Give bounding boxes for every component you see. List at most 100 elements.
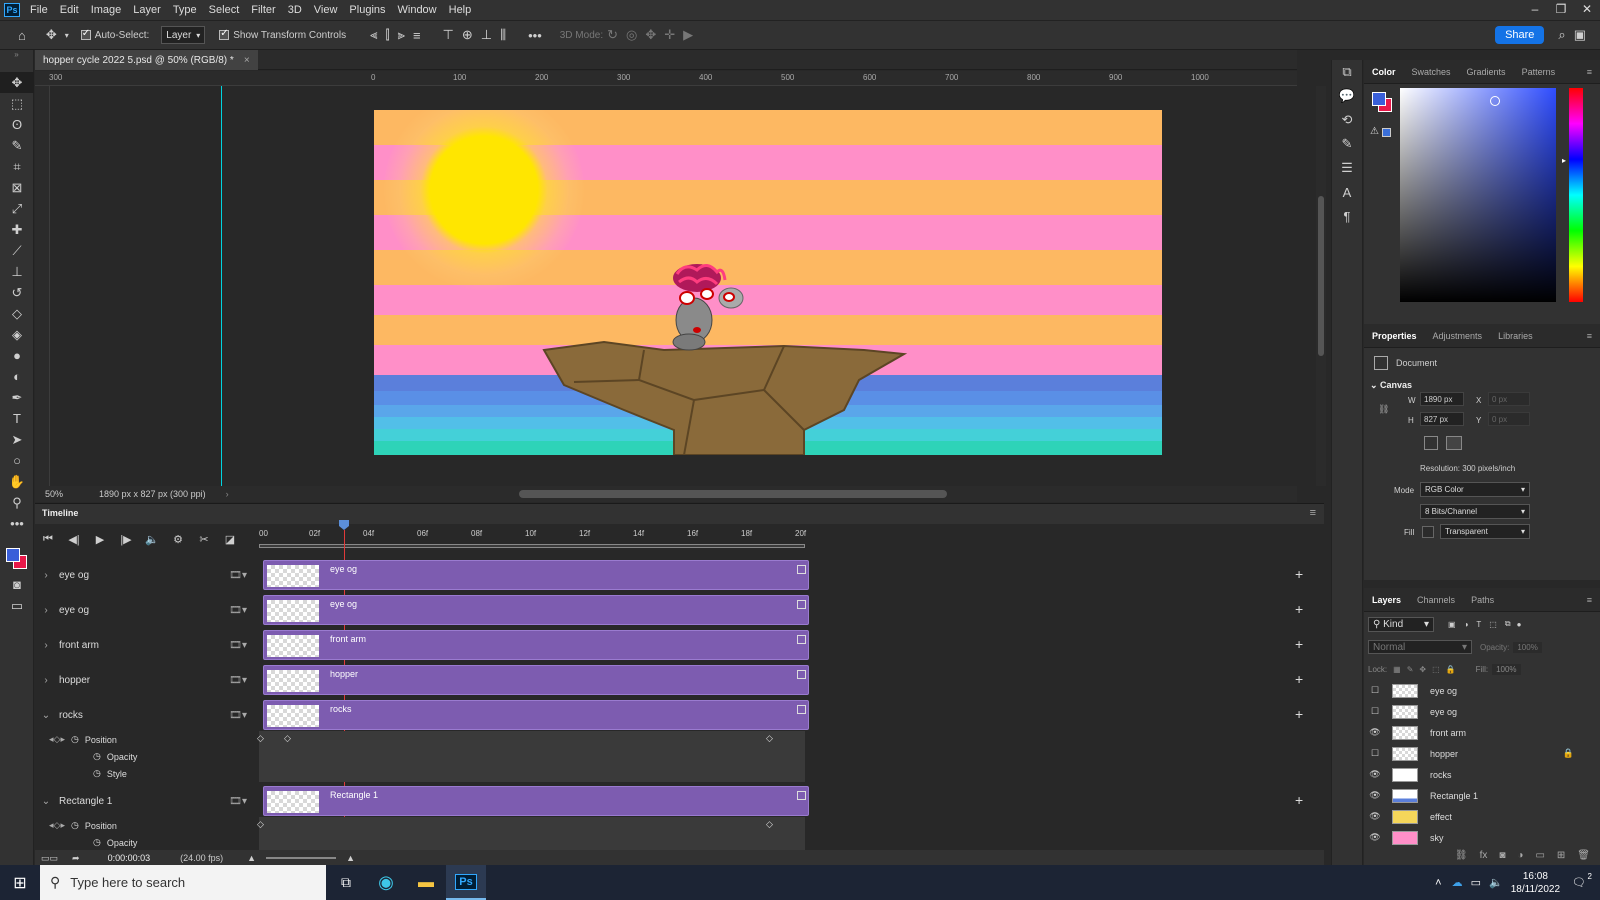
stamp-icon[interactable]: ⊥ — [0, 261, 34, 282]
auto-select-checkbox[interactable]: Auto-Select: — [80, 28, 149, 41]
track-row[interactable]: › eye og 🎞▾ — [35, 558, 255, 592]
tab-gradients[interactable]: Gradients — [1459, 67, 1514, 77]
share-button[interactable]: Share — [1495, 26, 1545, 44]
expand-icon[interactable]: › — [39, 605, 53, 616]
restore-icon[interactable]: ❐ — [1548, 0, 1574, 20]
keyframe-icon[interactable]: ◇ — [766, 819, 773, 830]
menu-edit[interactable]: Edit — [54, 4, 85, 16]
camera-3d-icon[interactable]: ▶ — [679, 27, 697, 43]
layer-clip[interactable]: rocks — [263, 700, 809, 730]
notifications-icon[interactable]: 🗨 2 — [1572, 872, 1592, 889]
horizontal-scroll-thumb[interactable] — [518, 490, 947, 498]
y-field[interactable]: 0 px — [1488, 412, 1530, 426]
blur-icon[interactable]: ● — [0, 345, 34, 366]
track-row[interactable]: › hopper 🎞▾ — [35, 663, 255, 697]
checkbox-icon[interactable] — [219, 28, 230, 40]
expand-icon[interactable]: › — [39, 570, 53, 581]
property-row[interactable]: ◂◇▸ ◷ Position — [35, 731, 255, 748]
layer-row[interactable]: 👁 effect — [1364, 806, 1600, 827]
align-top-icon[interactable]: ⊤ — [439, 27, 458, 43]
pen-icon[interactable]: ✒ — [0, 387, 34, 408]
eraser-icon[interactable]: ◇ — [0, 303, 34, 324]
roll-3d-icon[interactable]: ◎ — [622, 27, 641, 43]
hue-slider-handle[interactable]: ▸ — [1562, 156, 1566, 165]
eye-icon[interactable]: 👁 — [1368, 832, 1382, 843]
frame-icon[interactable]: ⊠ — [0, 177, 34, 198]
chevron-right-icon[interactable]: › — [226, 489, 229, 499]
path-select-icon[interactable]: ➤ — [0, 429, 34, 450]
property-row[interactable]: ◂◇▸ ◷ Position — [35, 817, 255, 834]
keyframe-lane[interactable]: ◇ ◇ ◇ — [257, 731, 805, 782]
eye-icon[interactable]: 👁 — [1368, 811, 1382, 822]
prev-frame-icon[interactable]: ◀| — [61, 533, 87, 546]
hue-slider[interactable] — [1569, 88, 1583, 302]
edge-browser-icon[interactable]: ◉ — [366, 872, 406, 893]
track-row[interactable]: ⌄ rocks 🎞▾ — [35, 698, 255, 732]
tab-swatches[interactable]: Swatches — [1404, 67, 1459, 77]
slide-3d-icon[interactable]: ✛ — [660, 27, 679, 43]
layer-row[interactable]: 👁 rocks — [1364, 764, 1600, 785]
document-info[interactable]: 1890 px x 827 px (300 ppi) — [99, 489, 206, 499]
lock-position-icon[interactable]: ✥ — [1419, 665, 1426, 674]
collapse-icon[interactable]: » — [0, 50, 33, 72]
volume-icon[interactable]: 🔈 — [1489, 876, 1503, 889]
document-canvas[interactable] — [374, 110, 1162, 455]
zoom-in-icon[interactable]: ▲ — [346, 853, 355, 863]
color-swatches[interactable] — [0, 534, 33, 574]
crop-icon[interactable]: ⌗ — [0, 156, 34, 177]
tab-libraries[interactable]: Libraries — [1490, 331, 1541, 341]
search-icon[interactable]: ⌕ — [1554, 27, 1569, 43]
visibility-toggle[interactable]: ☐ — [1368, 748, 1382, 759]
film-strip-icon[interactable]: 🎞▾ — [229, 640, 247, 651]
filter-toggle-icon[interactable]: ● — [1517, 620, 1522, 629]
keyframe-icon[interactable]: ◇ — [257, 733, 264, 744]
property-row[interactable]: ◷ Style — [35, 765, 255, 782]
expand-icon[interactable]: › — [39, 640, 53, 651]
layer-clip[interactable]: eye og — [263, 560, 809, 590]
zoom-out-icon[interactable]: ▲ — [247, 853, 256, 863]
pixel-filter-icon[interactable]: ▣ — [1448, 620, 1456, 629]
convert-frames-icon[interactable]: ▭▭ — [41, 853, 58, 864]
brush-icon[interactable]: ⟋ — [0, 240, 34, 261]
layer-row[interactable]: ☐ eye og — [1364, 701, 1600, 722]
move-icon[interactable]: ✥ — [0, 72, 34, 93]
eyedropper-icon[interactable]: ⤢ — [0, 198, 34, 219]
menu-file[interactable]: File — [24, 4, 54, 16]
tab-color[interactable]: Color — [1364, 67, 1404, 77]
document-tab[interactable]: hopper cycle 2022 5.psd @ 50% (RGB/8) * … — [35, 50, 258, 70]
visibility-toggle[interactable]: ☐ — [1368, 706, 1382, 717]
clock-date[interactable]: 18/11/2022 — [1511, 883, 1560, 896]
history-brush-icon[interactable]: ↺ — [0, 282, 34, 303]
eye-icon[interactable]: 👁 — [1368, 727, 1382, 738]
foreground-color[interactable] — [6, 548, 20, 562]
canvas-vertical-scrollbar[interactable] — [1316, 86, 1326, 486]
align-center-icon[interactable]: ⫿ — [381, 27, 393, 43]
fill-dropdown[interactable]: Transparent ▾ — [1440, 524, 1530, 539]
link-layers-icon[interactable]: ⛓ — [1455, 850, 1468, 861]
delete-layer-icon[interactable]: 🗑 — [1577, 850, 1590, 861]
task-view-icon[interactable]: ⧉ — [326, 874, 366, 891]
adjustment-layer-icon[interactable]: ◑ — [1517, 850, 1523, 861]
add-media-icon[interactable]: + — [1295, 566, 1303, 582]
type-filter-icon[interactable]: T — [1476, 620, 1481, 629]
tab-paths[interactable]: Paths — [1463, 595, 1502, 605]
menu-view[interactable]: View — [308, 4, 344, 16]
show-transform-checkbox[interactable]: Show Transform Controls — [219, 28, 346, 41]
clip-end-icon[interactable] — [797, 635, 806, 644]
filter-kind-dropdown[interactable]: ⚲ Kind ▾ — [1368, 616, 1434, 632]
scroll-thumb[interactable] — [1318, 196, 1324, 356]
add-media-icon[interactable]: + — [1295, 706, 1303, 722]
transition-icon[interactable]: ◪ — [217, 533, 243, 546]
layer-row[interactable]: ☐ hopper 🔒 — [1364, 743, 1600, 764]
gamut-warning-icon[interactable]: ⚠ — [1370, 126, 1379, 137]
menu-filter[interactable]: Filter — [245, 4, 281, 16]
marquee-icon[interactable]: ⬚ — [0, 93, 34, 114]
new-group-icon[interactable]: ▭ — [1535, 850, 1544, 861]
keyframe-icon[interactable]: ◇ — [284, 733, 291, 744]
learn-icon[interactable]: ⧉ — [1332, 60, 1362, 84]
menu-3d[interactable]: 3D — [282, 4, 308, 16]
landscape-orientation-icon[interactable] — [1446, 436, 1462, 450]
more-options-icon[interactable]: ••• — [524, 28, 546, 43]
close-icon[interactable]: ✕ — [1574, 0, 1600, 20]
keyframe-icon[interactable]: ◇ — [766, 733, 773, 744]
